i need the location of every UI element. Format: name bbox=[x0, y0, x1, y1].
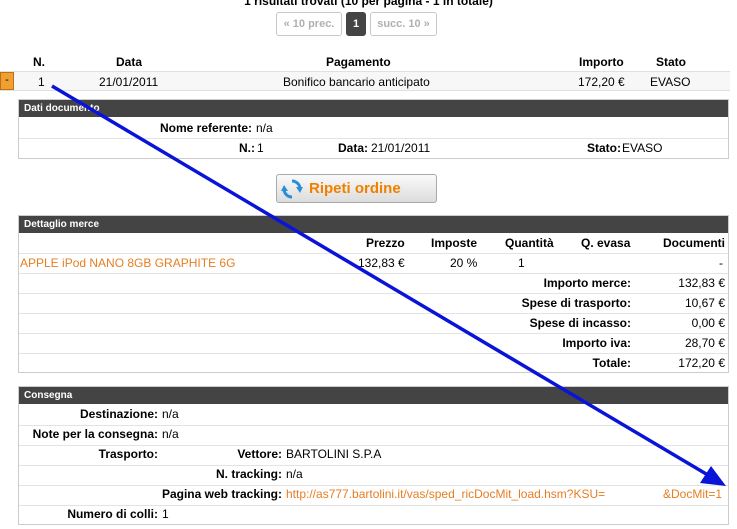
annotation-arrow-head bbox=[700, 466, 726, 486]
annotation-arrow-line bbox=[51, 84, 719, 483]
annotation-arrow bbox=[51, 84, 726, 486]
